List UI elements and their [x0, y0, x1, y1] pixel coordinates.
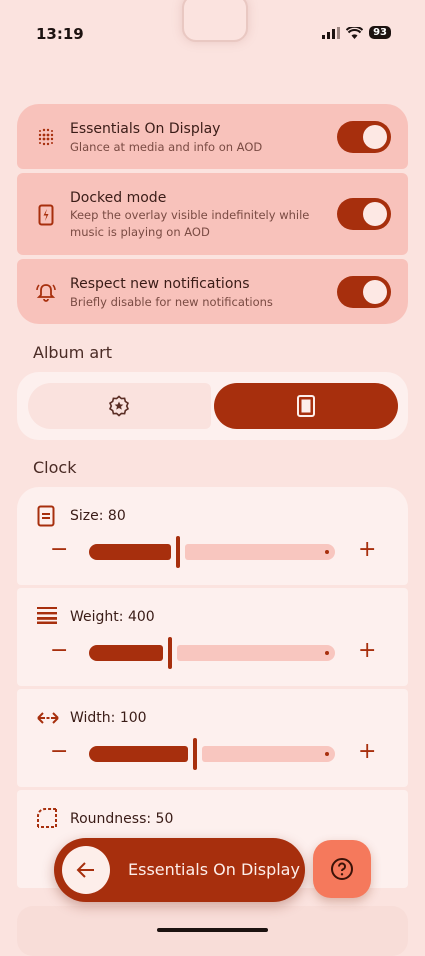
- back-button[interactable]: [62, 846, 110, 894]
- increase-button[interactable]: +: [358, 539, 376, 561]
- slider-end-dot: [325, 550, 329, 554]
- width-slider[interactable]: [89, 738, 335, 770]
- slider-thumb[interactable]: [193, 738, 197, 770]
- bottom-toolbar: Essentials On Display: [54, 838, 305, 902]
- row-subtitle-line2: music is playing on AOD: [70, 225, 210, 239]
- slider-fill: [89, 645, 163, 661]
- slider-thumb[interactable]: [168, 637, 172, 669]
- size-slider[interactable]: [89, 536, 335, 568]
- battery-indicator: 93: [369, 26, 391, 39]
- album-art-option-badge[interactable]: [28, 383, 211, 429]
- status-time: 13:19: [36, 25, 84, 43]
- arrow-left-icon: [76, 862, 94, 878]
- album-art-heading: Album art: [33, 343, 113, 362]
- weight-slider[interactable]: [89, 637, 335, 669]
- row-subtitle: Glance at media and info on AOD: [70, 140, 263, 154]
- phone-frame-icon: [297, 395, 315, 417]
- charging-phone-icon: [38, 204, 54, 226]
- album-art-selector: [17, 372, 408, 440]
- slider-end-dot: [325, 651, 329, 655]
- signal-icon: [322, 26, 341, 39]
- toggle-knob: [363, 280, 387, 304]
- size-slider-card: Size: 80 − +: [17, 487, 408, 585]
- badge-star-icon: [108, 395, 130, 417]
- slider-remaining-track: [185, 544, 335, 560]
- essentials-toggle[interactable]: [337, 121, 391, 153]
- docked-mode-row[interactable]: Docked mode Keep the overlay visible ind…: [17, 173, 408, 255]
- help-button[interactable]: [313, 840, 371, 898]
- wifi-icon: [346, 26, 364, 39]
- row-title: Respect new notifications: [70, 276, 250, 292]
- width-slider-card: Width: 100 − +: [17, 689, 408, 787]
- status-icons: 93: [322, 26, 391, 39]
- slider-label: Weight: 400: [70, 609, 155, 625]
- slider-remaining-track: [202, 746, 335, 762]
- row-title: Docked mode: [70, 190, 167, 206]
- text-size-icon: [37, 505, 55, 527]
- row-title: Essentials On Display: [70, 121, 221, 137]
- slider-label: Width: 100: [70, 710, 147, 726]
- bell-alert-icon: [36, 284, 56, 302]
- home-indicator: [157, 928, 268, 932]
- increase-button[interactable]: +: [358, 640, 376, 662]
- increase-button[interactable]: +: [358, 741, 376, 763]
- rounded-corner-icon: [37, 808, 57, 828]
- slider-thumb[interactable]: [176, 536, 180, 568]
- slider-fill: [89, 544, 171, 560]
- decrease-button[interactable]: −: [50, 640, 68, 662]
- bottom-toolbar-title: Essentials On Display: [128, 860, 300, 879]
- weight-slider-card: Weight: 400 − +: [17, 588, 408, 686]
- docked-mode-toggle[interactable]: [337, 198, 391, 230]
- respect-notifications-toggle[interactable]: [337, 276, 391, 308]
- help-circle-icon: [331, 858, 353, 880]
- row-subtitle-line1: Keep the overlay visible indefinitely wh…: [70, 208, 310, 222]
- decrease-button[interactable]: −: [50, 741, 68, 763]
- slider-label: Roundness: 50: [70, 811, 174, 827]
- album-art-option-frame[interactable]: [214, 383, 398, 429]
- toggle-knob: [363, 125, 387, 149]
- slider-fill: [89, 746, 188, 762]
- status-bar: 13:19 93: [0, 0, 425, 64]
- decrease-button[interactable]: −: [50, 539, 68, 561]
- slider-remaining-track: [177, 645, 335, 661]
- dots-grid-icon: [38, 128, 54, 146]
- row-subtitle: Briefly disable for new notifications: [70, 295, 273, 309]
- essentials-on-display-row[interactable]: Essentials On Display Glance at media an…: [17, 104, 408, 169]
- clock-heading: Clock: [33, 458, 77, 477]
- respect-notifications-row[interactable]: Respect new notifications Briefly disabl…: [17, 259, 408, 324]
- width-arrows-icon: [37, 712, 59, 724]
- slider-end-dot: [325, 752, 329, 756]
- toggle-knob: [363, 202, 387, 226]
- camera-cutout: [182, 0, 248, 42]
- slider-label: Size: 80: [70, 508, 126, 524]
- weight-lines-icon: [37, 607, 57, 624]
